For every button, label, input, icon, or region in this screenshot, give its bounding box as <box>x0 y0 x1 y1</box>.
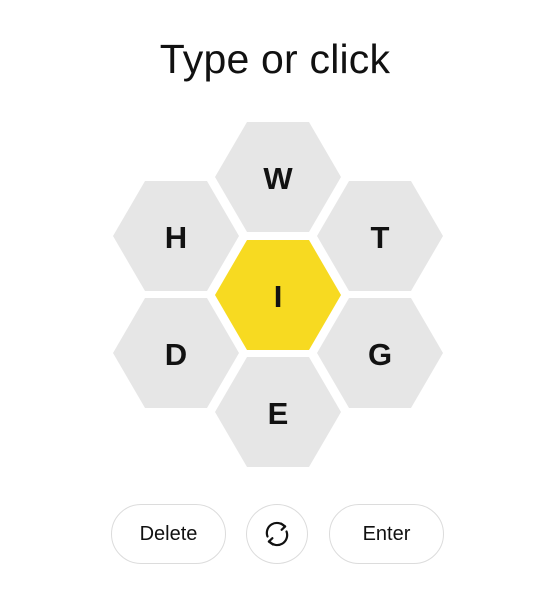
hive-cell-lower-left[interactable]: D <box>113 298 239 408</box>
hex-center[interactable] <box>215 240 341 350</box>
hive-cell-upper-right[interactable]: T <box>317 181 443 291</box>
hex-outer[interactable] <box>113 298 239 408</box>
hex-outer[interactable] <box>215 122 341 232</box>
shuffle-icon <box>265 521 289 547</box>
hive-cell-center[interactable]: I <box>215 240 341 350</box>
enter-button[interactable]: Enter <box>329 504 444 564</box>
hive-cell-lower-right[interactable]: G <box>317 298 443 408</box>
delete-button[interactable]: Delete <box>111 504 226 564</box>
hex-outer[interactable] <box>317 298 443 408</box>
hive-cell-upper-left[interactable]: H <box>113 181 239 291</box>
hex-outer[interactable] <box>317 181 443 291</box>
hex-outer[interactable] <box>215 357 341 467</box>
hex-outer[interactable] <box>113 181 239 291</box>
shuffle-button[interactable] <box>246 504 308 564</box>
hive-cell-bottom[interactable]: E <box>215 357 341 467</box>
hive-cell-top[interactable]: W <box>215 122 341 232</box>
